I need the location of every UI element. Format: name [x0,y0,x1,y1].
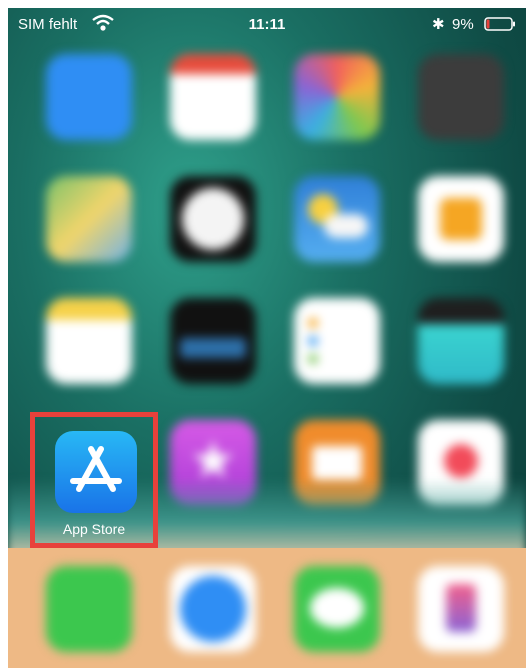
app-store-highlight-box[interactable]: App Store [30,412,158,548]
videos-icon [418,298,504,384]
music-icon [418,566,504,652]
photos-app[interactable] [294,54,380,164]
status-bar: SIM fehlt 11:11 ✱ 9% [8,8,526,40]
phone-icon [46,566,132,652]
app-store-label: App Store [62,521,126,537]
safari-icon [170,566,256,652]
messages-icon [294,566,380,652]
notes-app[interactable] [46,298,132,408]
bluetooth-icon: ✱ [432,16,445,33]
battery-percent: 9% [452,16,474,33]
dock-music-app[interactable] [418,548,504,658]
reminders-icon [294,298,380,384]
battery-icon [484,17,515,31]
maps-app[interactable] [46,176,132,286]
mail-app[interactable] [46,54,132,164]
dock-messages-app[interactable] [294,548,380,658]
app-store-icon[interactable] [55,431,137,513]
camera-app[interactable] [418,54,504,164]
videos-app[interactable] [418,298,504,408]
stocks-app[interactable] [170,298,256,408]
mail-icon [46,54,132,140]
calendar-app[interactable] [170,54,256,164]
notes-icon [46,298,132,384]
dock-safari-app[interactable] [170,548,256,658]
camera-icon [418,54,504,140]
weather-app[interactable] [294,176,380,286]
home-app[interactable] [418,176,504,286]
app-store-glyph [70,446,122,492]
stocks-icon [170,298,256,384]
reminders-app[interactable] [294,298,380,408]
clock-time: 11:11 [248,16,286,33]
maps-icon [46,176,132,262]
clock-app[interactable] [170,176,256,286]
calendar-icon [170,54,256,140]
home-icon [418,176,504,262]
dock [8,548,526,668]
weather-icon [294,176,380,262]
home-screen: App Store SIM fehlt 11:11 ✱ 9% [8,8,526,668]
clock-icon [170,176,256,262]
dock-phone-app[interactable] [46,548,132,658]
photos-icon [294,54,380,140]
